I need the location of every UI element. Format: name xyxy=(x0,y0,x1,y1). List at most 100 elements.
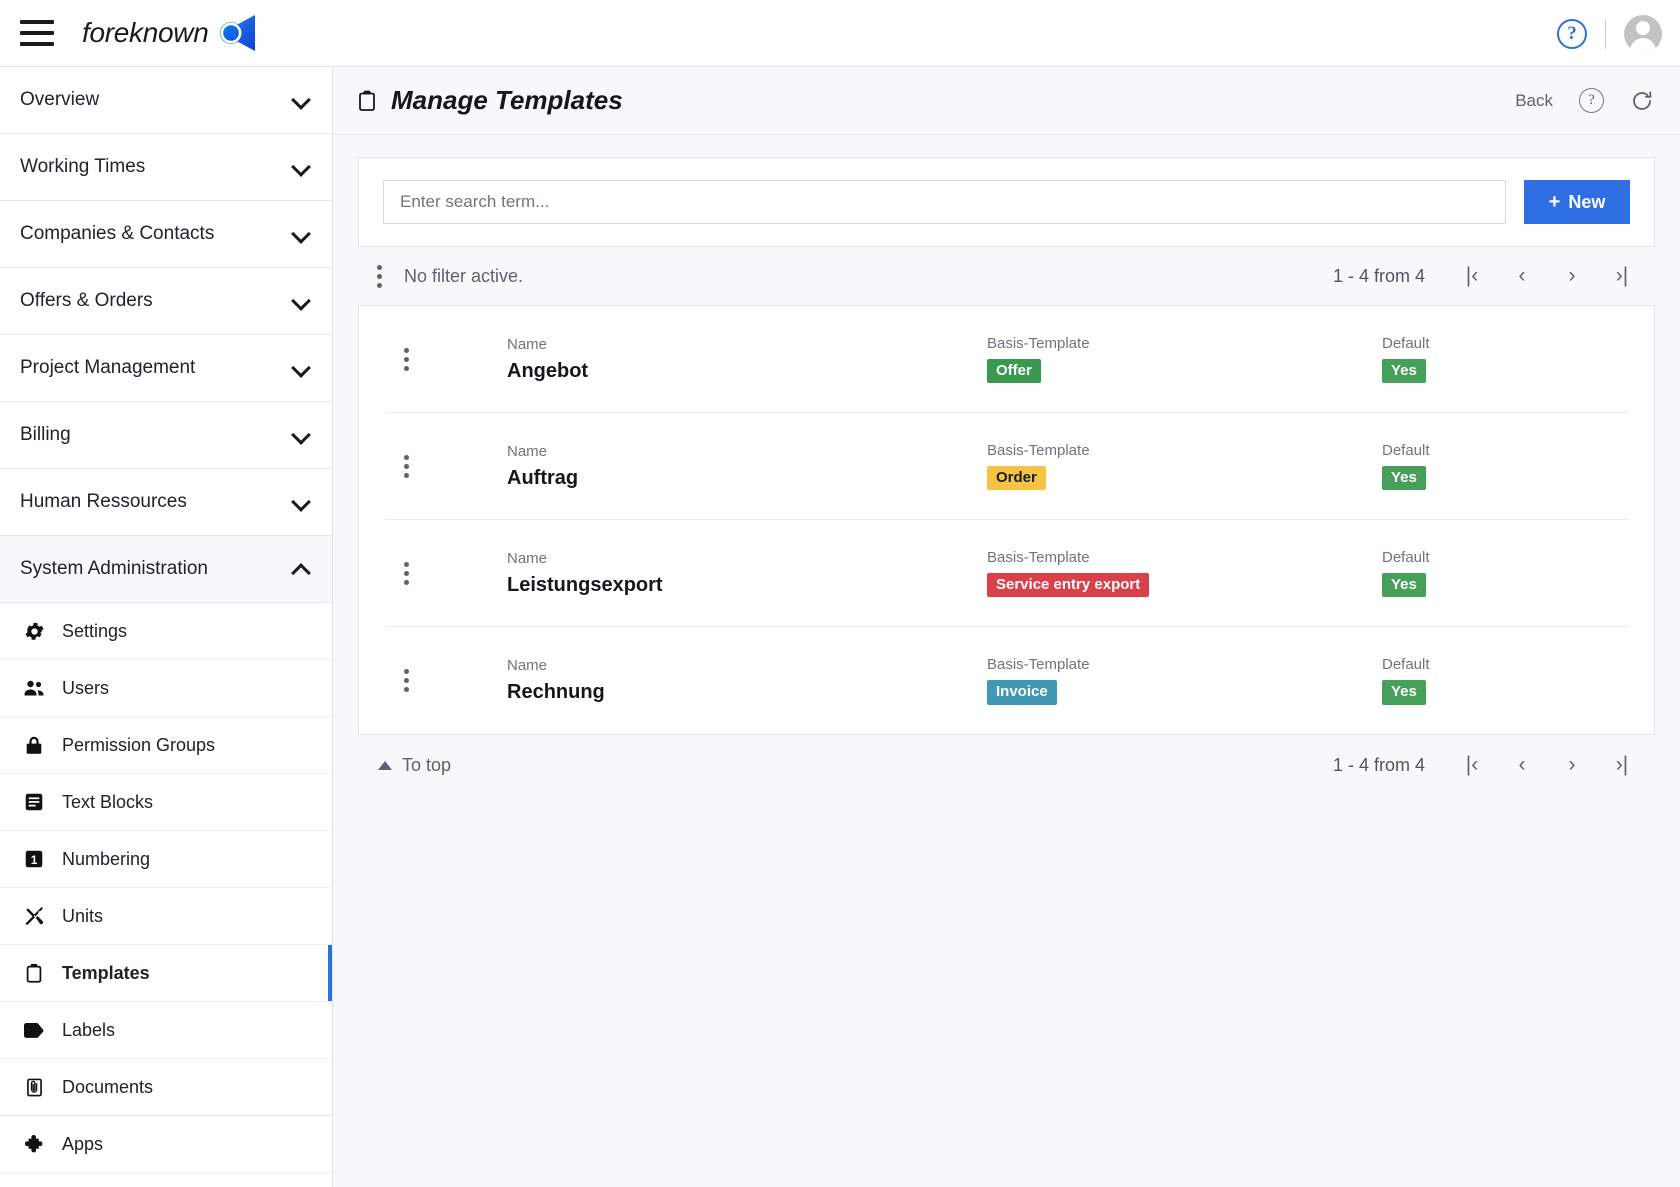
sidebar-item-numbering[interactable]: 1 Numbering xyxy=(0,831,332,888)
template-name: Rechnung xyxy=(507,681,605,703)
search-panel: + New xyxy=(358,157,1655,247)
chevron-down-icon xyxy=(292,430,308,440)
brand-mark-icon xyxy=(219,15,255,51)
sidebar-item-label: Apps xyxy=(62,1133,104,1154)
sidebar-group-offers-orders[interactable]: Offers & Orders xyxy=(0,268,332,335)
sidebar-item-documents[interactable]: Documents xyxy=(0,1059,332,1116)
bottom-bar: To top 1 - 4 from 4 |‹ ‹ › ›| xyxy=(358,735,1655,795)
cell-name: Name Rechnung xyxy=(507,657,987,704)
row-menu-icon[interactable] xyxy=(389,347,423,371)
pagination-range: 1 - 4 from 4 xyxy=(1332,265,1425,286)
sidebar-group-label: Human Ressources xyxy=(20,491,187,512)
pagination-last-button[interactable]: ›| xyxy=(1597,746,1647,784)
pagination-prev-button[interactable]: ‹ xyxy=(1497,746,1547,784)
document-attachment-icon xyxy=(22,1075,46,1099)
text-block-icon xyxy=(22,790,46,814)
sidebar-item-permission-groups[interactable]: Permission Groups xyxy=(0,717,332,774)
help-icon[interactable]: ? xyxy=(1557,18,1587,49)
sidebar-group-label: Companies & Contacts xyxy=(20,223,215,244)
cell-default: Default Yes xyxy=(1382,442,1582,491)
row-menu-icon[interactable] xyxy=(389,669,423,692)
cell-default: Default Yes xyxy=(1382,549,1582,598)
number-one-icon: 1 xyxy=(22,847,46,871)
help-icon[interactable]: ? xyxy=(1579,88,1604,113)
sidebar-item-label: Settings xyxy=(62,620,128,641)
pagination-prev-button[interactable]: ‹ xyxy=(1497,257,1547,295)
sidebar-group-working-times[interactable]: Working Times xyxy=(0,134,332,201)
clipboard-icon xyxy=(359,90,375,111)
top-bar-actions: ? xyxy=(1557,0,1662,67)
sidebar-group-companies-contacts[interactable]: Companies & Contacts xyxy=(0,201,332,268)
chevron-down-icon xyxy=(292,95,308,105)
pagination-range: 1 - 4 from 4 xyxy=(1332,754,1425,775)
search-input[interactable] xyxy=(383,180,1506,224)
column-label-name: Name xyxy=(507,657,548,674)
table-row[interactable]: Name Rechnung Basis-Template Invoice Def… xyxy=(385,627,1628,734)
chevron-down-icon xyxy=(292,296,308,306)
cell-basis-template: Basis-Template Invoice xyxy=(987,656,1382,705)
to-top-label: To top xyxy=(402,754,452,775)
content-area: + New No filter active. 1 - 4 from 4 |‹ … xyxy=(333,135,1680,795)
sidebar-item-label: Text Blocks xyxy=(62,791,154,812)
cell-default: Default Yes xyxy=(1382,334,1582,384)
row-menu-icon[interactable] xyxy=(389,561,423,585)
column-label-basis-template: Basis-Template xyxy=(987,441,1090,459)
table-row[interactable]: Name Auftrag Basis-Template Order Defaul… xyxy=(385,413,1628,520)
back-button[interactable]: Back xyxy=(1515,91,1553,111)
sidebar-group-overview[interactable]: Overview xyxy=(0,67,332,134)
sidebar-item-users[interactable]: Users xyxy=(0,660,332,717)
sidebar-item-text-blocks[interactable]: Text Blocks xyxy=(0,774,332,831)
default-badge: Yes xyxy=(1382,465,1426,491)
column-label-default: Default xyxy=(1382,334,1430,352)
avatar[interactable] xyxy=(1624,14,1662,53)
table-row[interactable]: Name Leistungsexport Basis-Template Serv… xyxy=(385,520,1628,627)
pagination-first-button[interactable]: |‹ xyxy=(1447,746,1497,784)
filter-menu-icon[interactable] xyxy=(362,259,396,293)
chevron-down-icon xyxy=(292,162,308,172)
sidebar-item-label: Templates xyxy=(62,962,150,983)
toolbar-divider xyxy=(1605,18,1606,49)
cell-basis-template: Basis-Template Service entry export xyxy=(987,549,1382,598)
sidebar-group-system-administration[interactable]: System Administration xyxy=(0,536,332,603)
pagination-first-button[interactable]: |‹ xyxy=(1447,257,1497,295)
cell-name: Name Leistungsexport xyxy=(507,550,987,597)
refresh-icon[interactable] xyxy=(1630,89,1654,113)
sidebar-group-billing[interactable]: Billing xyxy=(0,402,332,469)
column-label-name: Name xyxy=(507,335,548,353)
filter-bar: No filter active. 1 - 4 from 4 |‹ ‹ › ›| xyxy=(358,247,1655,305)
new-button[interactable]: + New xyxy=(1524,180,1630,224)
tools-icon xyxy=(22,904,46,928)
to-top-button[interactable]: To top xyxy=(378,755,451,776)
pagination-next-button[interactable]: › xyxy=(1547,257,1597,295)
sidebar: Overview Working Times Companies & Conta… xyxy=(0,67,333,1187)
puzzle-piece-icon xyxy=(22,1132,46,1156)
row-menu-icon[interactable] xyxy=(389,454,423,478)
page-header-actions: Back ? xyxy=(1515,88,1654,113)
page-title-text: Manage Templates xyxy=(391,85,623,115)
pagination-next-button[interactable]: › xyxy=(1547,746,1597,784)
sidebar-group-label: Project Management xyxy=(20,357,196,378)
chevron-down-icon xyxy=(292,229,308,239)
main-content: Manage Templates Back ? + New xyxy=(333,67,1680,1187)
caret-up-icon xyxy=(378,760,392,770)
sidebar-group-label: System Administration xyxy=(20,558,208,579)
sidebar-item-label: Units xyxy=(62,905,104,926)
sidebar-group-label: Billing xyxy=(20,424,71,445)
lock-icon xyxy=(22,733,46,757)
pagination-last-button[interactable]: ›| xyxy=(1597,257,1647,295)
template-name: Leistungsexport xyxy=(507,573,663,596)
sidebar-item-templates[interactable]: Templates xyxy=(0,945,332,1002)
sidebar-group-project-management[interactable]: Project Management xyxy=(0,335,332,402)
sidebar-item-labels[interactable]: Labels xyxy=(0,1002,332,1059)
hamburger-menu-icon[interactable] xyxy=(20,20,54,46)
gear-icon xyxy=(22,619,46,643)
sidebar-item-settings[interactable]: Settings xyxy=(0,603,332,660)
sidebar-item-apps[interactable]: Apps xyxy=(0,1116,332,1173)
table-row[interactable]: Name Angebot Basis-Template Offer Defaul… xyxy=(385,306,1628,413)
sidebar-group-human-ressources[interactable]: Human Ressources xyxy=(0,469,332,536)
pagination-top: 1 - 4 from 4 |‹ ‹ › ›| xyxy=(1333,257,1647,295)
sidebar-item-units[interactable]: Units xyxy=(0,888,332,945)
brand-logo[interactable]: foreknown xyxy=(82,12,257,54)
basis-template-badge: Order xyxy=(987,465,1046,491)
basis-template-badge: Service entry export xyxy=(987,572,1150,598)
